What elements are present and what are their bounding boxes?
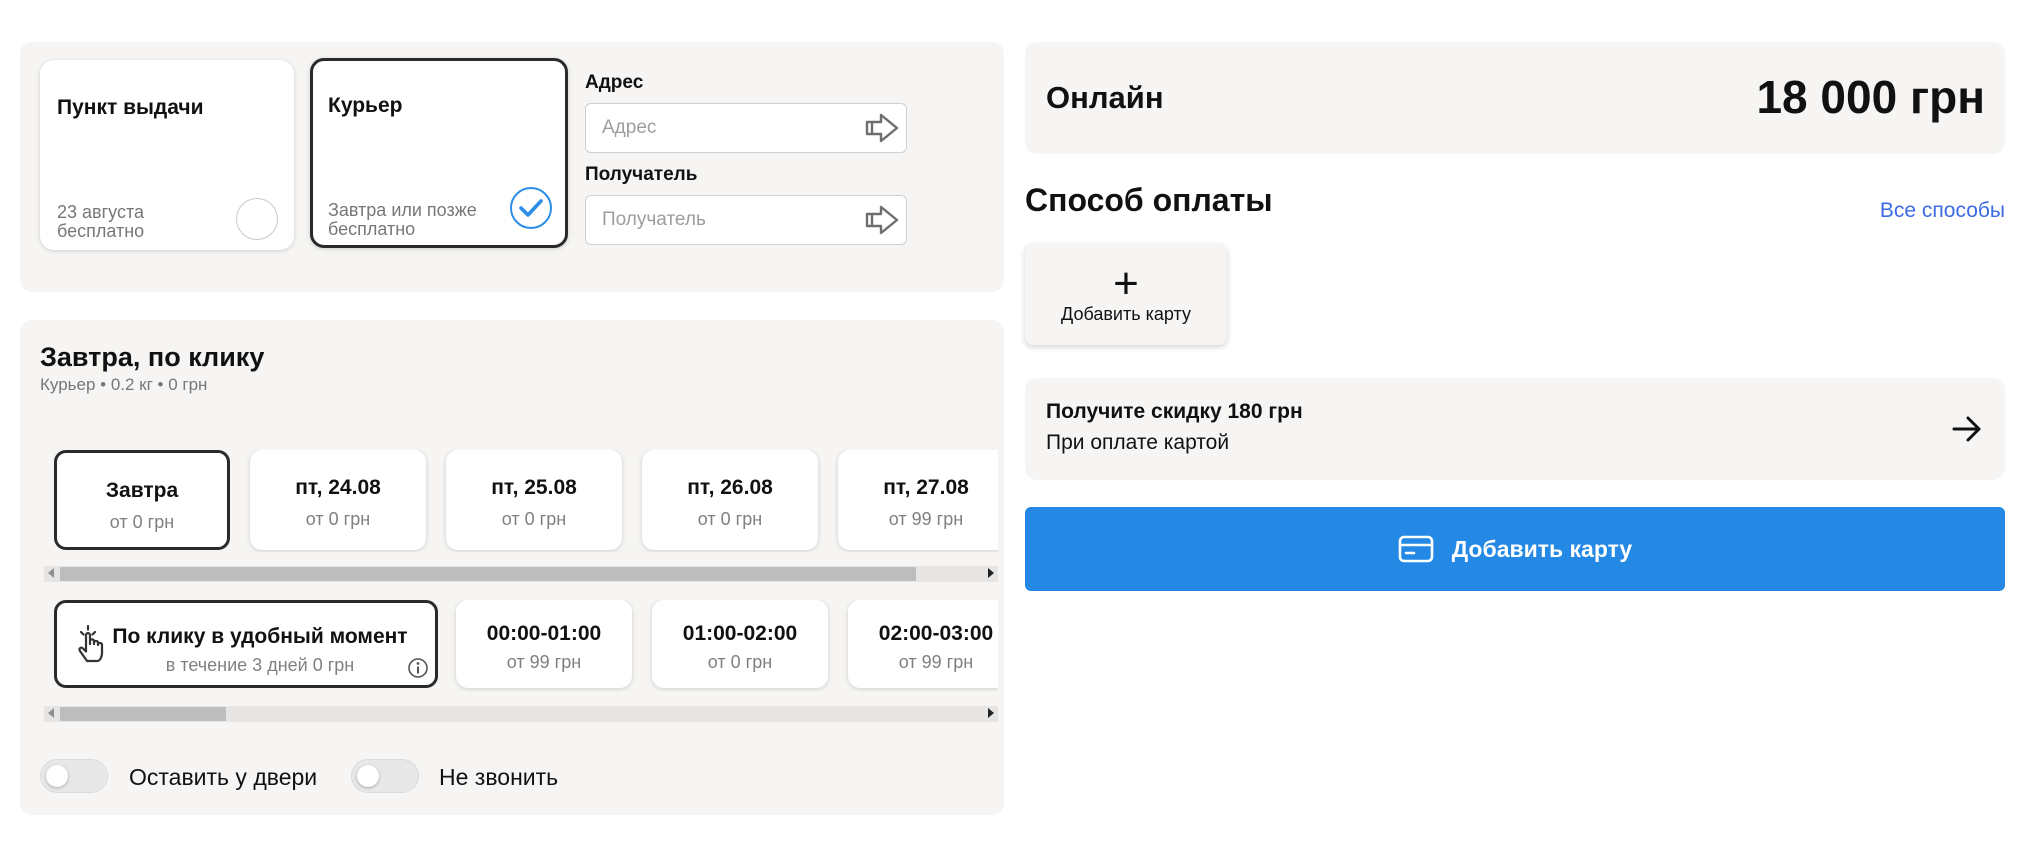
address-field[interactable] <box>585 103 907 153</box>
add-card-button[interactable]: Добавить карту <box>1025 507 2005 591</box>
leave-at-door-toggle[interactable] <box>40 759 108 793</box>
checkmark-icon <box>519 199 543 217</box>
slot-label: 00:00-01:00 <box>486 622 602 645</box>
date-chip[interactable]: пт, 25.08 от 0 грн <box>446 450 622 550</box>
slot-label: 01:00-02:00 <box>682 622 798 645</box>
add-card-tile-label: Добавить карту <box>1061 304 1191 324</box>
date-scroll-thumb[interactable] <box>60 567 916 581</box>
slot-chip-by-click[interactable]: По клику в удобный момент в течение 3 дн… <box>54 600 438 688</box>
pickup-point-option[interactable]: Пункт выдачи 23 августа бесплатно <box>40 60 294 250</box>
pickup-radio[interactable] <box>236 198 278 240</box>
slot-price: от 99 грн <box>898 652 974 672</box>
no-call-toggle[interactable] <box>351 759 419 793</box>
slot-price: от 99 грн <box>506 652 582 672</box>
info-icon[interactable] <box>407 657 429 679</box>
add-card-button-label: Добавить карту <box>1451 535 1633 562</box>
date-chip[interactable]: пт, 26.08 от 0 грн <box>642 450 818 550</box>
courier-selected-radio[interactable] <box>510 187 552 229</box>
date-chip[interactable]: Завтра от 0 грн <box>54 450 230 550</box>
pickup-point-title: Пункт выдачи <box>57 96 204 119</box>
payment-method-title: Способ оплаты <box>1025 182 1273 218</box>
order-total-panel: Онлайн 18 000 грн <box>1025 42 2005 154</box>
arrow-right-icon[interactable] <box>1951 414 1983 444</box>
scroll-right-icon[interactable] <box>988 568 994 578</box>
courier-date: Завтра или позже <box>328 200 477 220</box>
courier-price: бесплатно <box>328 219 416 239</box>
date-price: от 0 грн <box>501 509 567 529</box>
add-card-tile[interactable]: + Добавить карту <box>1025 244 1227 345</box>
courier-option[interactable]: Курьер Завтра или позже бесплатно <box>310 58 568 248</box>
total-label: Онлайн <box>1046 80 1164 115</box>
promo-title: Получите скидку 180 грн <box>1046 400 1303 423</box>
schedule-title: Завтра, по клику <box>40 342 265 372</box>
time-slot-selector: По клику в удобный момент в течение 3 дн… <box>54 600 998 692</box>
scroll-left-icon[interactable] <box>48 708 54 718</box>
recipient-input[interactable] <box>602 196 852 244</box>
date-selector: Завтра от 0 грн пт, 24.08 от 0 грн пт, 2… <box>54 450 998 552</box>
slot-scrollbar[interactable] <box>44 706 998 722</box>
slot-by-click-label: По клику в удобный момент <box>112 625 408 648</box>
delivery-method-panel: Пункт выдачи 23 августа бесплатно Курьер… <box>20 42 1004 292</box>
pickup-point-price: бесплатно <box>57 221 145 241</box>
pickup-point-date: 23 августа <box>57 202 145 222</box>
address-input[interactable] <box>602 104 852 152</box>
slot-label: 02:00-03:00 <box>878 622 994 645</box>
date-scrollbar[interactable] <box>44 566 998 582</box>
slot-chip[interactable]: 01:00-02:00 от 0 грн <box>652 600 828 688</box>
date-label: пт, 25.08 <box>491 476 577 499</box>
slot-scroll-thumb[interactable] <box>60 707 226 721</box>
date-price: от 0 грн <box>305 509 371 529</box>
scroll-left-icon[interactable] <box>48 568 54 578</box>
toggle-knob <box>357 765 379 787</box>
delivery-schedule-panel: Завтра, по клику Курьер • 0.2 кг • 0 грн… <box>20 320 1004 815</box>
scroll-right-icon[interactable] <box>988 708 994 718</box>
date-chip[interactable]: пт, 27.08 от 99 грн <box>838 450 998 550</box>
no-call-label: Не звонить <box>439 764 559 790</box>
courier-title: Курьер <box>328 94 403 117</box>
toggle-knob <box>46 765 68 787</box>
schedule-meta: Курьер • 0.2 кг • 0 грн <box>40 375 208 394</box>
date-label: Завтра <box>105 479 179 502</box>
plus-icon: + <box>1113 259 1139 308</box>
date-price: от 0 грн <box>109 512 175 532</box>
slot-price: от 0 грн <box>707 652 773 672</box>
all-payment-methods-link[interactable]: Все способы <box>1880 199 2005 223</box>
slot-by-click-sub: в течение 3 дней 0 грн <box>165 655 355 675</box>
total-amount: 18 000 грн <box>1756 71 1985 123</box>
address-label: Адрес <box>585 72 644 93</box>
slot-chip[interactable]: 02:00-03:00 от 99 грн <box>848 600 998 688</box>
leave-at-door-label: Оставить у двери <box>129 764 318 790</box>
arrow-right-icon[interactable] <box>864 112 900 144</box>
recipient-label: Получатель <box>585 164 698 185</box>
arrow-right-icon[interactable] <box>864 204 900 236</box>
date-chip[interactable]: пт, 24.08 от 0 грн <box>250 450 426 550</box>
date-label: пт, 26.08 <box>687 476 773 499</box>
recipient-field[interactable] <box>585 195 907 245</box>
promo-subtitle: При оплате картой <box>1046 431 1230 454</box>
card-discount-banner[interactable]: Получите скидку 180 грн При оплате карто… <box>1025 378 2005 480</box>
date-label: пт, 27.08 <box>883 476 969 499</box>
slot-chip[interactable]: 00:00-01:00 от 99 грн <box>456 600 632 688</box>
date-label: пт, 24.08 <box>295 476 381 499</box>
date-price: от 99 грн <box>888 509 964 529</box>
date-price: от 0 грн <box>697 509 763 529</box>
credit-card-icon <box>1398 535 1434 563</box>
